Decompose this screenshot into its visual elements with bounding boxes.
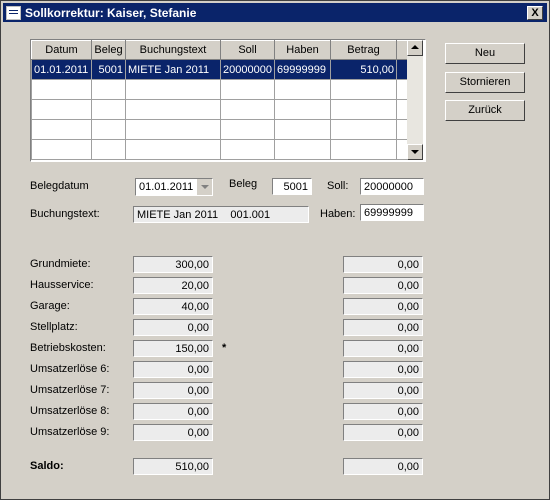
column-header-haben[interactable]: Haben: [274, 40, 331, 60]
cell-datum: 01.01.2011: [31, 59, 92, 80]
amount-field-right[interactable]: 0,00: [343, 382, 423, 399]
amount-label: Umsatzerlöse 8:: [30, 405, 110, 417]
amount-field-right[interactable]: 0,00: [343, 403, 423, 420]
cell-buchungstext: [125, 119, 221, 140]
amount-label: Umsatzerlöse 7:: [30, 384, 110, 396]
cell-soll: [220, 119, 275, 140]
dropdown-arrow-icon[interactable]: [196, 179, 212, 195]
window-title: Sollkorrektur: Kaiser, Stefanie: [25, 6, 197, 20]
cell-betrag: [330, 139, 397, 160]
table-row[interactable]: [31, 99, 409, 120]
cell-betrag: [330, 119, 397, 140]
soll-label: Soll:: [327, 180, 349, 192]
soll-field[interactable]: 20000000: [360, 178, 424, 195]
cell-soll: 20000000: [220, 59, 275, 80]
cell-betrag: [330, 99, 397, 120]
column-header-beleg[interactable]: Beleg: [91, 40, 126, 60]
booking-grid[interactable]: Datum Beleg Buchungstext Soll Haben Betr…: [30, 39, 426, 162]
amount-field[interactable]: 0,00: [133, 424, 213, 441]
stornieren-button[interactable]: Stornieren: [445, 72, 525, 93]
amount-field-right[interactable]: 0,00: [343, 277, 423, 294]
haben-label: Haben:: [320, 208, 356, 220]
cell-soll: [220, 79, 275, 100]
amount-field-right[interactable]: 0,00: [343, 256, 423, 273]
amount-field[interactable]: 40,00: [133, 298, 213, 315]
amount-label: Stellplatz:: [30, 321, 78, 333]
cell-buchungstext: [125, 139, 221, 160]
amount-label: Umsatzerlöse 9:: [30, 426, 110, 438]
column-header-buchungstext[interactable]: Buchungstext: [125, 40, 221, 60]
column-header-datum[interactable]: Datum: [31, 40, 92, 60]
amount-field[interactable]: 300,00: [133, 256, 213, 273]
cell-haben: [274, 139, 331, 160]
amount-field-right[interactable]: 0,00: [343, 361, 423, 378]
cell-beleg: [91, 119, 126, 140]
scroll-down-arrow-icon[interactable]: [407, 144, 423, 160]
buchungstext-field[interactable]: MIETE Jan 2011 001.001: [133, 206, 309, 223]
amount-field[interactable]: 0,00: [133, 382, 213, 399]
haben-field[interactable]: 69999999: [360, 204, 424, 221]
beleg-label: Beleg: [229, 178, 258, 190]
asterisk-marker: *: [222, 342, 227, 354]
amount-label: Betriebskosten:: [30, 342, 106, 354]
amount-field-right[interactable]: 0,00: [343, 319, 423, 336]
belegdatum-label: Belegdatum: [30, 180, 89, 192]
table-row[interactable]: [31, 79, 409, 100]
cell-beleg: [91, 99, 126, 120]
cell-betrag: [330, 79, 397, 100]
cell-soll: [220, 99, 275, 120]
buchungstext-label: Buchungstext:: [30, 208, 100, 220]
amount-field[interactable]: 0,00: [133, 403, 213, 420]
cell-haben: [274, 119, 331, 140]
grid-scrollbar[interactable]: [407, 40, 423, 160]
cell-betrag: 510,00: [330, 59, 397, 80]
saldo-label: Saldo:: [30, 460, 64, 472]
cell-beleg: 5001: [91, 59, 126, 80]
belegdatum-value: 01.01.2011: [139, 181, 194, 193]
cell-buchungstext: MIETE Jan 2011: [125, 59, 221, 80]
cell-haben: [274, 99, 331, 120]
cell-buchungstext: [125, 79, 221, 100]
cell-datum: [31, 99, 92, 120]
amount-field-right[interactable]: 0,00: [343, 298, 423, 315]
cell-haben: 69999999: [274, 59, 331, 80]
window-icon: [6, 6, 21, 20]
table-row[interactable]: [31, 139, 409, 160]
cell-soll: [220, 139, 275, 160]
saldo-field-right[interactable]: 0,00: [343, 458, 423, 475]
amount-field[interactable]: 0,00: [133, 319, 213, 336]
amount-label: Hausservice:: [30, 279, 94, 291]
amount-label: Grundmiete:: [30, 258, 91, 270]
column-header-soll[interactable]: Soll: [220, 40, 275, 60]
column-header-betrag[interactable]: Betrag: [330, 40, 397, 60]
cell-datum: [31, 119, 92, 140]
saldo-field[interactable]: 510,00: [133, 458, 213, 475]
title-bar: Sollkorrektur: Kaiser, Stefanie X: [3, 3, 547, 22]
amount-field[interactable]: 0,00: [133, 361, 213, 378]
belegdatum-select[interactable]: 01.01.2011: [135, 178, 213, 196]
close-button[interactable]: X: [527, 6, 543, 20]
amount-field-right[interactable]: 0,00: [343, 424, 423, 441]
amount-field[interactable]: 150,00: [133, 340, 213, 357]
amount-field-right[interactable]: 0,00: [343, 340, 423, 357]
cell-datum: [31, 79, 92, 100]
grid-header-row: Datum Beleg Buchungstext Soll Haben Betr…: [31, 40, 409, 60]
neu-button[interactable]: Neu: [445, 43, 525, 64]
cell-beleg: [91, 79, 126, 100]
cell-haben: [274, 79, 331, 100]
table-row[interactable]: [31, 119, 409, 140]
scroll-up-arrow-icon[interactable]: [407, 40, 423, 56]
cell-beleg: [91, 139, 126, 160]
cell-buchungstext: [125, 99, 221, 120]
amount-label: Umsatzerlöse 6:: [30, 363, 110, 375]
amount-field[interactable]: 20,00: [133, 277, 213, 294]
beleg-field[interactable]: 5001: [272, 178, 312, 195]
amount-label: Garage:: [30, 300, 70, 312]
cell-datum: [31, 139, 92, 160]
table-row[interactable]: 01.01.2011 5001 MIETE Jan 2011 20000000 …: [31, 59, 409, 80]
zurueck-button[interactable]: Zurück: [445, 100, 525, 121]
